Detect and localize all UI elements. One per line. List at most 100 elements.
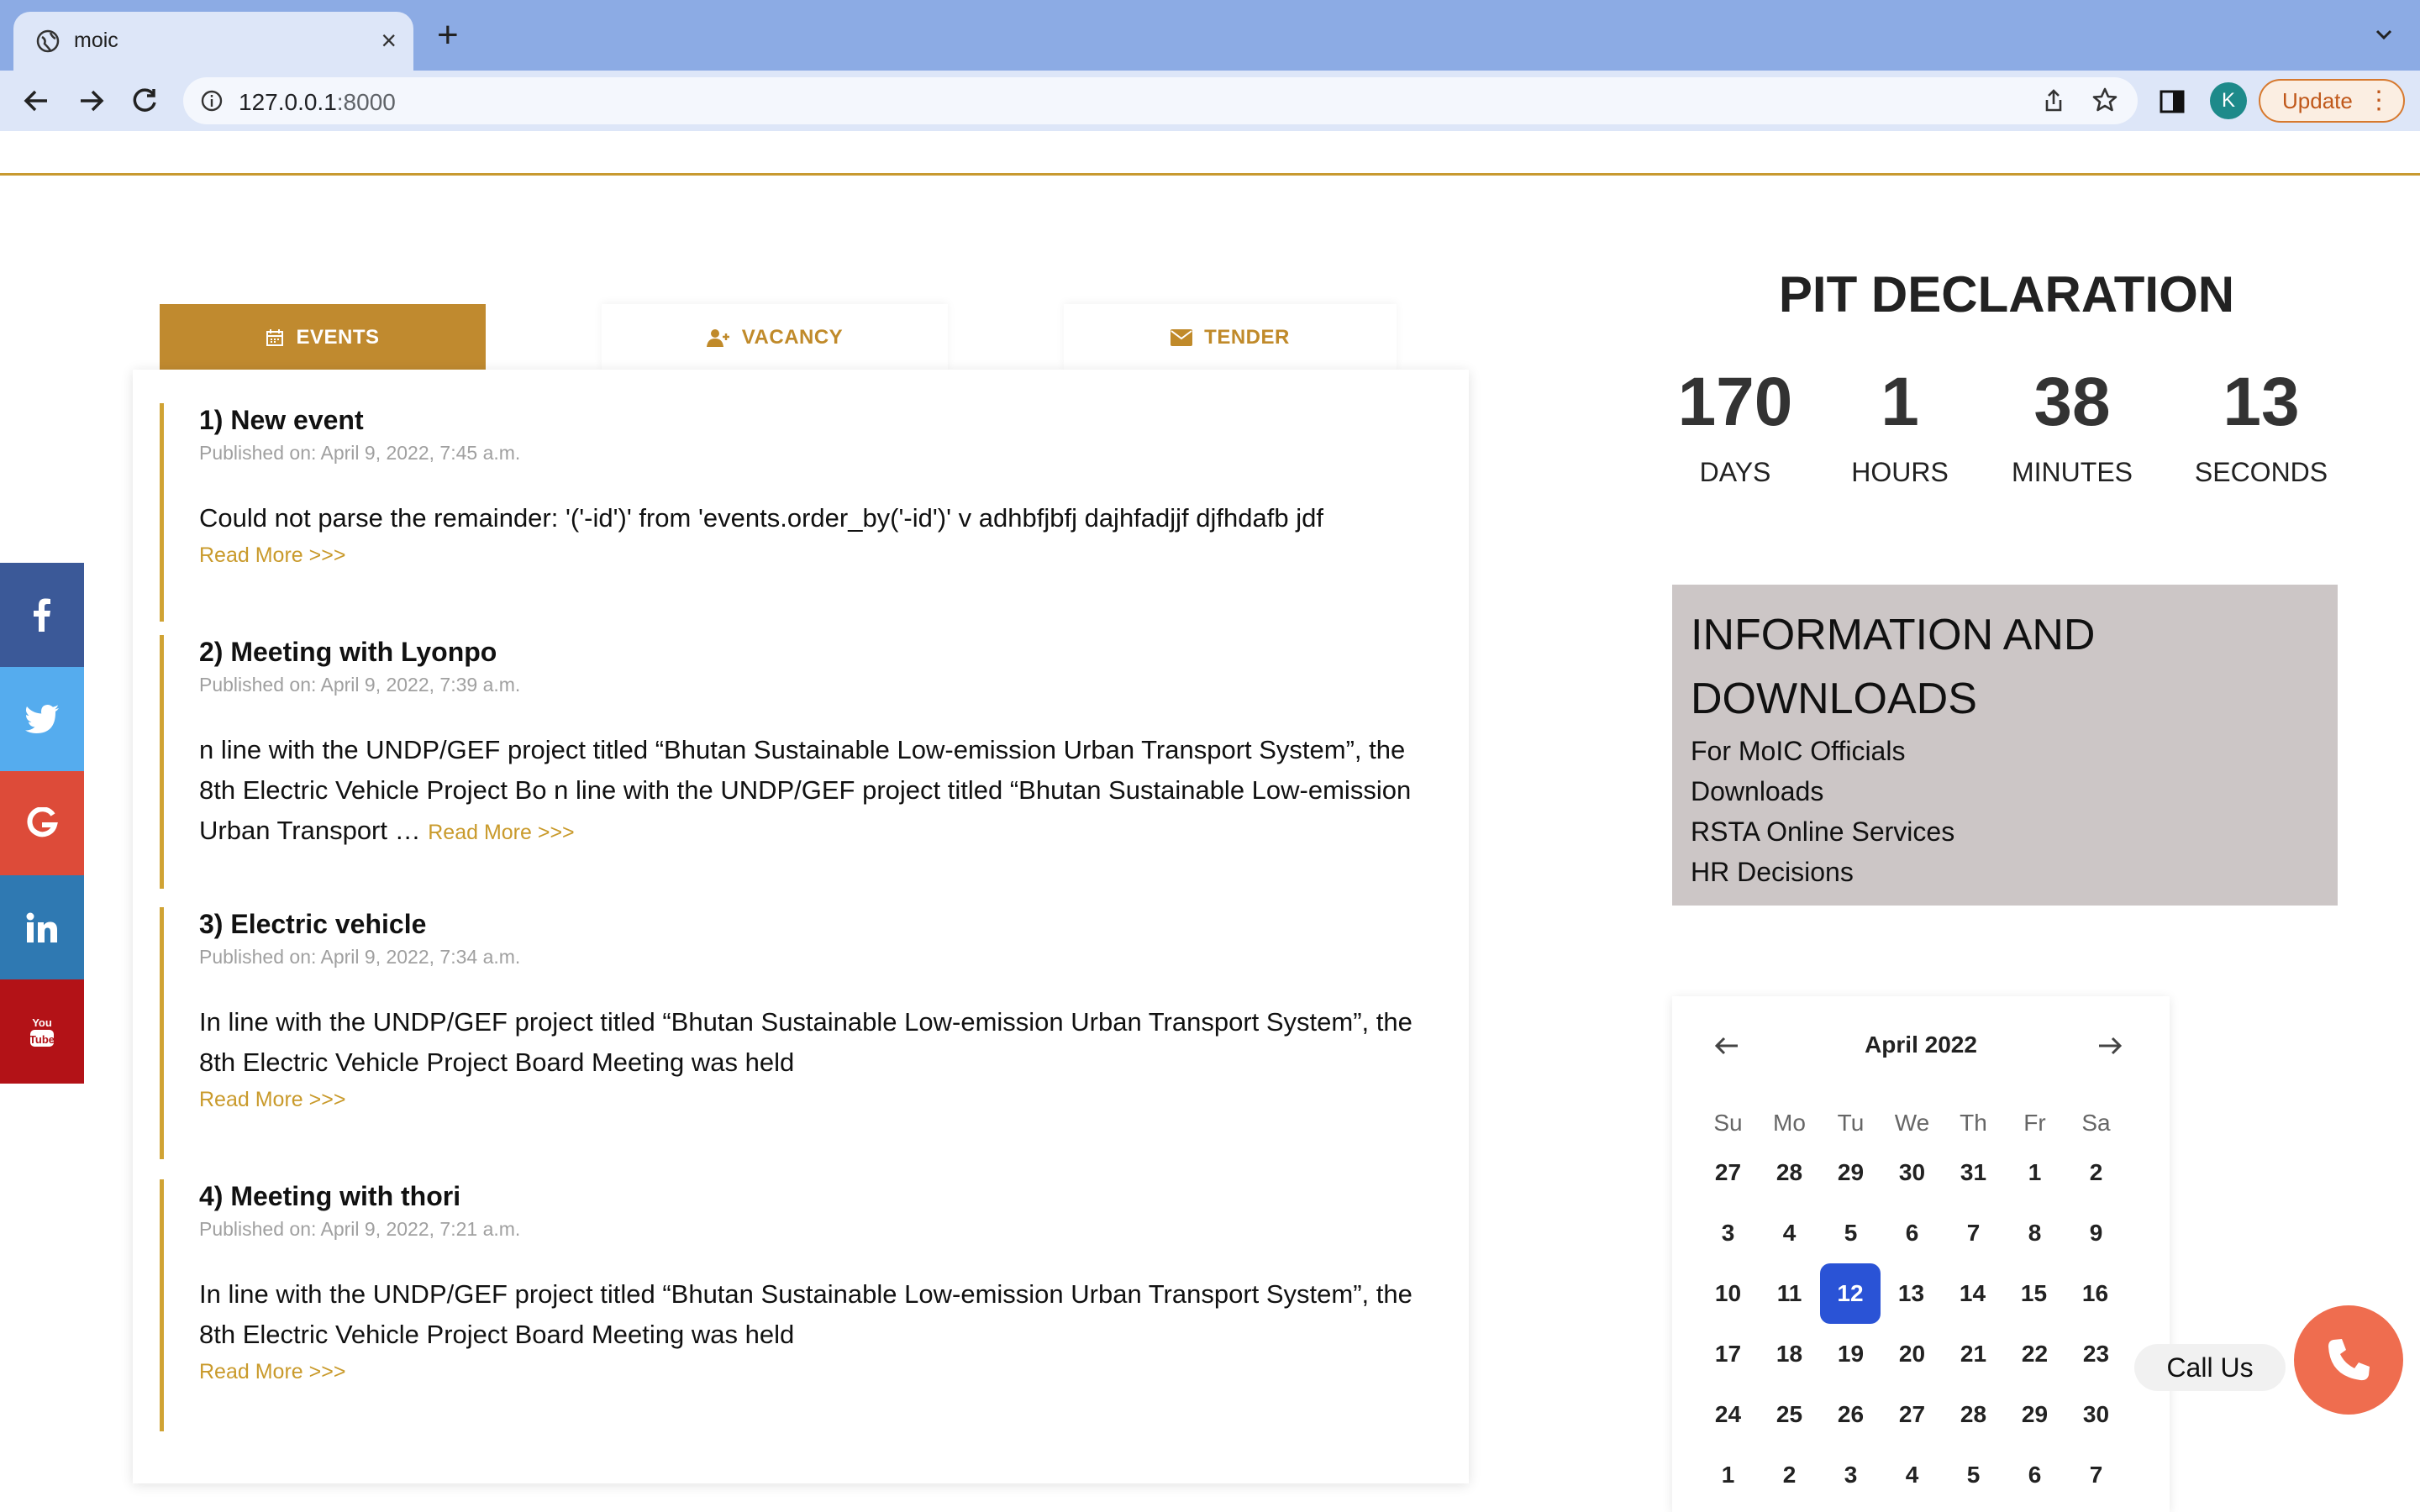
calendar-day[interactable]: 8 (2004, 1203, 2065, 1263)
calendar-day[interactable]: 15 (2003, 1263, 2065, 1324)
calendar-day[interactable]: 23 (2065, 1324, 2127, 1384)
calendar-day[interactable]: 26 (1820, 1384, 1881, 1445)
calendar-widget: April 2022 Su Mo Tu We Th Fr Sa 27 28 29 30 31 1 2 3 4 5… (1672, 996, 2170, 1512)
calendar-day[interactable]: 13 (1881, 1263, 1942, 1324)
forward-arrow-icon[interactable] (72, 82, 109, 119)
link-moic-officials[interactable]: For MoIC Officials (1691, 731, 2319, 771)
calendar-day[interactable]: 7 (1943, 1203, 2004, 1263)
calendar-day[interactable]: 24 (1697, 1384, 1759, 1445)
calendar-day[interactable]: 21 (1943, 1324, 2004, 1384)
calendar-day[interactable]: 17 (1697, 1324, 1759, 1384)
google-link[interactable] (0, 771, 84, 875)
calendar-day[interactable]: 6 (2004, 1445, 2065, 1505)
chevron-down-icon[interactable] (2371, 22, 2396, 47)
calendar-day[interactable]: 29 (1820, 1142, 1881, 1203)
calendar-day[interactable]: 3 (1697, 1203, 1759, 1263)
new-tab-button[interactable]: + (437, 17, 459, 54)
tab-events[interactable]: EVENTS (160, 304, 486, 371)
calendar-day[interactable]: 25 (1759, 1384, 1820, 1445)
browser-tab-strip: moic × + (0, 0, 2420, 71)
calendar-day[interactable]: 5 (1943, 1445, 2004, 1505)
more-vert-icon: ⋮ (2366, 87, 2391, 114)
calendar-day[interactable]: 28 (1759, 1142, 1820, 1203)
event-title[interactable]: 3) Electric vehicle (199, 907, 1437, 941)
calendar-week-row: 27 28 29 30 31 1 2 (1697, 1142, 2144, 1203)
countdown-label: DAYS (1699, 457, 1771, 487)
calendar-weekday: Fr (2023, 1110, 2046, 1136)
calendar-day[interactable]: 10 (1697, 1263, 1759, 1324)
read-more-link[interactable]: Read More >>> (199, 1355, 1437, 1389)
facebook-link[interactable] (0, 563, 84, 667)
calendar-day[interactable]: 9 (2065, 1203, 2127, 1263)
calendar-day[interactable]: 27 (1697, 1142, 1759, 1203)
update-label: Update (2282, 88, 2353, 113)
bookmark-star-icon[interactable] (2091, 86, 2119, 114)
calendar-day[interactable]: 6 (1881, 1203, 1943, 1263)
calendar-day[interactable]: 5 (1820, 1203, 1881, 1263)
calendar-weekday: We (1894, 1110, 1930, 1136)
calendar-day[interactable]: 30 (1881, 1142, 1943, 1203)
event-body-wrap: n line with the UNDP/GEF project titled … (199, 730, 1437, 853)
link-rsta-online-services[interactable]: RSTA Online Services (1691, 811, 2319, 852)
countdown-label: SECONDS (2194, 457, 2328, 487)
calendar-day[interactable]: 28 (1943, 1384, 2004, 1445)
linkedin-link[interactable] (0, 875, 84, 979)
calendar-day[interactable]: 29 (2004, 1384, 2065, 1445)
calendar-day[interactable]: 4 (1881, 1445, 1943, 1505)
calendar-day[interactable]: 30 (2065, 1384, 2127, 1445)
event-title[interactable]: 2) Meeting with Lyonpo (199, 635, 1437, 669)
calendar-grid: Su Mo Tu We Th Fr Sa 27 28 29 30 31 1 2 3 4 5 6 7 8 9 10 11 12 1… (1697, 1104, 2144, 1505)
calendar-day[interactable]: 19 (1820, 1324, 1881, 1384)
calendar-day-today[interactable]: 12 (1820, 1263, 1881, 1324)
side-panel-icon[interactable] (2158, 87, 2186, 116)
youtube-icon: You Tube (29, 1016, 55, 1047)
calendar-day[interactable]: 11 (1759, 1263, 1820, 1324)
url-host: 127.0.0.1 (239, 89, 337, 115)
call-button[interactable] (2294, 1305, 2403, 1415)
link-hr-decisions[interactable]: HR Decisions (1691, 852, 2319, 892)
link-downloads[interactable]: Downloads (1691, 771, 2319, 811)
update-button[interactable]: Update ⋮ (2259, 79, 2405, 123)
read-more-link[interactable]: Read More >>> (199, 538, 1437, 572)
event-body: In line with the UNDP/GEF project titled… (199, 1279, 1413, 1349)
twitter-link[interactable] (0, 667, 84, 771)
event-item: 4) Meeting with thori Published on: Apri… (160, 1179, 1437, 1431)
calendar-day[interactable]: 4 (1759, 1203, 1820, 1263)
call-us-label[interactable]: Call Us (2134, 1344, 2286, 1391)
calendar-day[interactable]: 20 (1881, 1324, 1943, 1384)
calendar-day[interactable]: 3 (1820, 1445, 1881, 1505)
reload-icon[interactable] (126, 82, 163, 119)
countdown-hours: 1 HOURS (1837, 365, 1963, 488)
browser-tab[interactable]: moic × (13, 12, 413, 71)
calendar-day[interactable]: 27 (1881, 1384, 1943, 1445)
calendar-week-row: 3456789 (1697, 1203, 2144, 1263)
calendar-day[interactable]: 1 (2004, 1142, 2065, 1203)
google-icon (27, 807, 58, 837)
calendar-day[interactable]: 22 (2004, 1324, 2065, 1384)
calendar-day[interactable]: 2 (1759, 1445, 1820, 1505)
close-tab-icon[interactable]: × (381, 24, 397, 57)
calendar-day[interactable]: 7 (2065, 1445, 2127, 1505)
calendar-day[interactable]: 16 (2065, 1263, 2126, 1324)
profile-avatar[interactable]: K (2210, 82, 2247, 119)
tab-vacancy[interactable]: VACANCY (602, 304, 948, 371)
read-more-link[interactable]: Read More >>> (199, 1083, 1437, 1116)
arrow-right-icon[interactable] (2096, 1033, 2124, 1058)
calendar-day[interactable]: 31 (1943, 1142, 2004, 1203)
calendar-day[interactable]: 1 (1697, 1445, 1759, 1505)
event-body: Could not parse the remainder: '('-id')'… (199, 503, 1323, 533)
event-title[interactable]: 1) New event (199, 403, 1437, 437)
calendar-day[interactable]: 14 (1942, 1263, 2003, 1324)
address-bar[interactable]: 127.0.0.1:8000 (183, 77, 2138, 124)
calendar-day[interactable]: 2 (2065, 1142, 2127, 1203)
site-info-icon[interactable] (200, 89, 224, 113)
share-icon[interactable] (2040, 87, 2067, 114)
back-arrow-icon[interactable] (18, 82, 55, 119)
youtube-link[interactable]: You Tube (0, 979, 84, 1084)
calendar-week-row: 24 25 26 27 28 29 30 (1697, 1384, 2144, 1445)
tab-tender[interactable]: TENDER (1064, 304, 1397, 371)
read-more-link[interactable]: Read More >>> (428, 821, 574, 844)
event-title[interactable]: 4) Meeting with thori (199, 1179, 1437, 1213)
url-text[interactable]: 127.0.0.1:8000 (239, 89, 396, 116)
calendar-day[interactable]: 18 (1759, 1324, 1820, 1384)
